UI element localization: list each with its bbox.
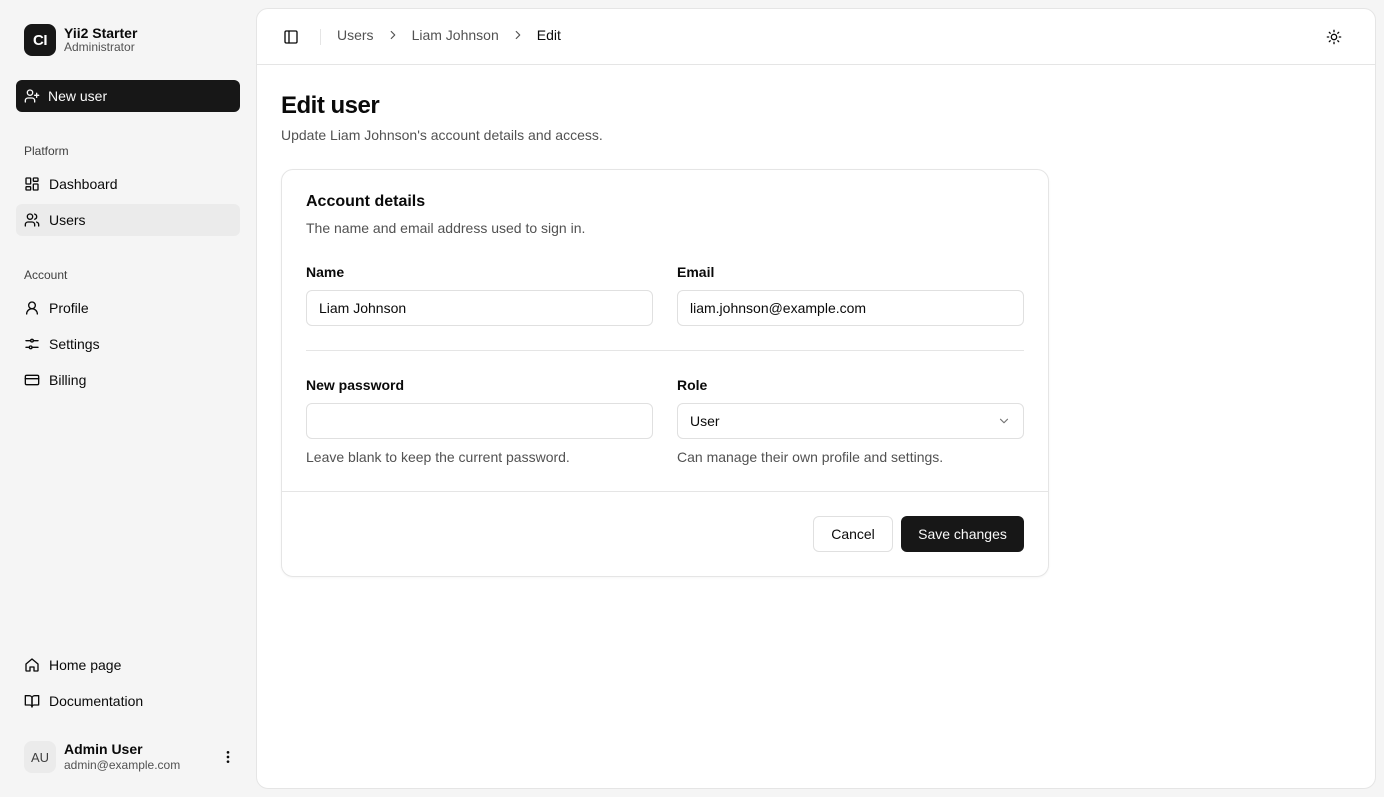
breadcrumb-item-current: Edit xyxy=(536,27,561,43)
cancel-button[interactable]: Cancel xyxy=(813,516,893,552)
sidebar: CI Yii2 Starter Administrator New user P… xyxy=(0,0,256,797)
sidebar-item-label: Dashboard xyxy=(49,176,118,192)
chevron-right-icon xyxy=(511,28,525,42)
section-label-platform: Platform xyxy=(24,144,69,158)
sun-icon[interactable] xyxy=(1323,26,1345,48)
breadcrumb-item-users[interactable]: Users xyxy=(337,27,374,43)
book-icon xyxy=(24,695,40,708)
card-title: Account details xyxy=(306,193,426,210)
sidebar-item-label: Home page xyxy=(49,657,122,673)
password-hint: Leave blank to keep the current password… xyxy=(306,449,570,465)
user-email: admin@example.com xyxy=(64,758,181,773)
new-user-button[interactable]: New user xyxy=(16,80,240,112)
sidebar-item-billing[interactable]: Billing xyxy=(16,364,240,396)
email-field[interactable]: liam.johnson@example.com xyxy=(677,290,1024,326)
email-label: Email xyxy=(677,264,715,280)
sidebar-item-label: Profile xyxy=(49,300,89,316)
role-select[interactable]: User xyxy=(677,403,1024,439)
sidebar-item-label: Billing xyxy=(49,372,87,388)
save-changes-button[interactable]: Save changes xyxy=(901,516,1024,552)
users-icon xyxy=(24,213,40,227)
user-icon xyxy=(26,301,38,315)
sidebar-toggle-icon[interactable] xyxy=(281,25,301,49)
password-field[interactable] xyxy=(306,403,653,439)
sidebar-item-label: Documentation xyxy=(49,693,144,709)
sidebar-item-dashboard[interactable]: Dashboard xyxy=(16,168,240,200)
email-value: liam.johnson@example.com xyxy=(690,300,867,316)
user-name: Admin User xyxy=(64,741,143,758)
chevron-down-icon xyxy=(999,418,1009,424)
sidebar-item-home-page[interactable]: Home page xyxy=(16,649,240,681)
brand-title: Yii2 Starter xyxy=(64,25,138,42)
password-label: New password xyxy=(306,377,405,393)
card-footer-divider xyxy=(282,491,1048,492)
brand-subtitle: Administrator xyxy=(64,40,135,55)
sliders-icon xyxy=(25,338,39,350)
sidebar-item-label: Users xyxy=(49,212,86,228)
more-vertical-icon[interactable] xyxy=(216,745,240,769)
account-details-card: Account details The name and email addre… xyxy=(281,169,1049,577)
sidebar-item-users[interactable]: Users xyxy=(16,204,240,236)
dashboard-icon xyxy=(25,177,39,191)
user-plus-icon xyxy=(24,89,40,103)
new-user-label: New user xyxy=(48,88,108,104)
breadcrumb: Users Liam Johnson Edit xyxy=(337,27,561,43)
section-label-account: Account xyxy=(24,268,68,282)
user-menu[interactable]: AU Admin User admin@example.com xyxy=(16,733,240,781)
topbar-separator xyxy=(320,29,321,45)
name-field[interactable]: Liam Johnson xyxy=(306,290,653,326)
home-icon xyxy=(25,658,39,672)
role-value: User xyxy=(690,413,720,429)
chevron-right-icon xyxy=(386,28,400,42)
sidebar-item-label: Settings xyxy=(49,336,100,352)
page-title: Edit user xyxy=(281,92,380,119)
topbar: Users Liam Johnson Edit xyxy=(257,9,1375,65)
sidebar-item-documentation[interactable]: Documentation xyxy=(16,685,240,717)
sidebar-item-settings[interactable]: Settings xyxy=(16,328,240,360)
divider xyxy=(306,350,1024,351)
name-value: Liam Johnson xyxy=(319,300,407,316)
sidebar-item-profile[interactable]: Profile xyxy=(16,292,240,324)
page-subtitle: Update Liam Johnson's account details an… xyxy=(281,127,603,143)
brand-logo: CI xyxy=(24,24,56,56)
main-panel: Users Liam Johnson Edit Edit user Update… xyxy=(256,8,1376,789)
card-description: The name and email address used to sign … xyxy=(306,220,586,236)
credit-card-icon xyxy=(24,374,40,386)
brand[interactable]: CI Yii2 Starter Administrator xyxy=(24,24,137,56)
role-hint: Can manage their own profile and setting… xyxy=(677,449,944,465)
avatar: AU xyxy=(24,741,56,773)
role-label: Role xyxy=(677,377,708,393)
name-label: Name xyxy=(306,264,345,280)
breadcrumb-item-user[interactable]: Liam Johnson xyxy=(412,27,499,43)
